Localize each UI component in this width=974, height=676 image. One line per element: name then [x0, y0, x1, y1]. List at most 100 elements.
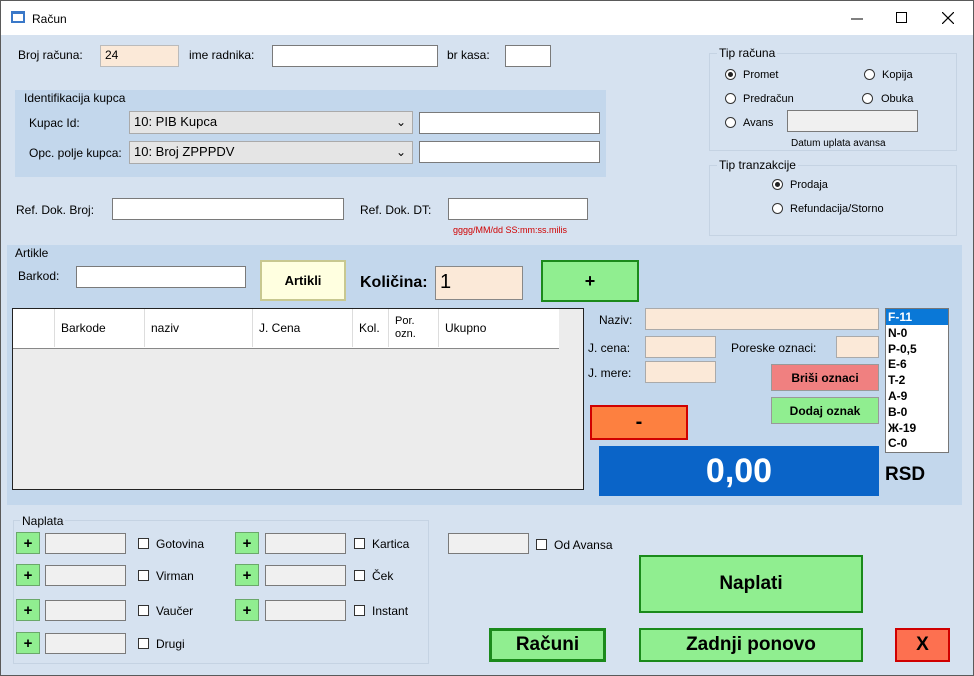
radio-obuka[interactable]: [862, 93, 873, 104]
vaucer-field[interactable]: [45, 600, 126, 621]
artikle-group-label: Artikle: [15, 246, 49, 260]
instant-field[interactable]: [265, 600, 346, 621]
tax-item[interactable]: B-0: [886, 404, 948, 420]
kolicina-field[interactable]: 1: [435, 266, 523, 300]
kartica-checkbox[interactable]: [354, 538, 365, 549]
tax-item[interactable]: Ж-19: [886, 420, 948, 436]
chevron-down-icon: ⌄: [395, 145, 406, 159]
radio-predracun-label: Predračun: [743, 93, 794, 105]
broj-racuna-label: Broj računa:: [18, 48, 83, 62]
drugi-field[interactable]: [45, 633, 126, 654]
ref-dok-dt-field[interactable]: [448, 198, 588, 220]
ime-radnika-label: ime radnika:: [189, 48, 255, 62]
add-kartica-button[interactable]: +: [235, 532, 259, 554]
barkod-field[interactable]: [76, 266, 246, 288]
items-table[interactable]: Barkode naziv J. Cena Kol. Por. ozn. Uku…: [12, 308, 584, 490]
od-avansa-checkbox[interactable]: [536, 539, 547, 550]
column-header-jcena[interactable]: J. Cena: [253, 309, 353, 347]
kupac-id-select[interactable]: 10: PIB Kupca ⌄: [129, 111, 413, 134]
cek-checkbox[interactable]: [354, 570, 365, 581]
barkod-label: Barkod:: [18, 269, 60, 283]
radio-kopija[interactable]: [864, 69, 875, 80]
radio-promet[interactable]: [725, 69, 736, 80]
cek-field[interactable]: [265, 565, 346, 586]
drugi-checkbox[interactable]: [138, 638, 149, 649]
tax-item[interactable]: N-0: [886, 325, 948, 341]
od-avansa-label: Od Avansa: [554, 538, 613, 552]
artikli-button[interactable]: Artikli: [260, 260, 346, 301]
add-cek-button[interactable]: +: [235, 564, 259, 586]
poreske-oznaci-label: Poreske oznaci:: [731, 341, 817, 355]
tax-item[interactable]: E-6: [886, 356, 948, 372]
vaucer-checkbox[interactable]: [138, 605, 149, 616]
brisi-oznaci-button[interactable]: Briši oznaci: [771, 364, 879, 391]
radio-prodaja-label: Prodaja: [790, 179, 828, 191]
tip-racuna-label: Tip računa: [717, 46, 778, 60]
gotovina-checkbox[interactable]: [138, 538, 149, 549]
virman-field[interactable]: [45, 565, 126, 586]
jmere-label: J. mere:: [588, 366, 632, 380]
ref-dok-dt-hint: gggg/MM/dd SS:mm:ss.milis: [453, 225, 568, 235]
kartica-field[interactable]: [265, 533, 346, 554]
naziv-field[interactable]: [645, 308, 879, 330]
column-header-ukupno[interactable]: Ukupno: [439, 309, 559, 347]
dodaj-oznak-button[interactable]: Dodaj oznak: [771, 397, 879, 424]
od-avansa-field[interactable]: [448, 533, 529, 554]
tax-item[interactable]: P-0,5: [886, 341, 948, 357]
br-kasa-field[interactable]: [505, 45, 551, 67]
broj-racuna-field[interactable]: 24: [100, 45, 179, 67]
tip-tranzakcije-group: [709, 165, 957, 236]
tax-item[interactable]: T-2: [886, 372, 948, 388]
kupac-group-label: Identifikacija kupca: [24, 91, 126, 105]
items-table-header: Barkode naziv J. Cena Kol. Por. ozn. Uku…: [13, 309, 559, 349]
poreske-oznaci-field[interactable]: [836, 336, 879, 358]
column-header-select: [13, 309, 55, 347]
zadnji-ponovo-button[interactable]: Zadnji ponovo: [639, 628, 863, 662]
gotovina-label: Gotovina: [156, 537, 205, 551]
add-vaucer-button[interactable]: +: [16, 599, 40, 621]
column-header-barkode[interactable]: Barkode: [55, 309, 145, 347]
add-instant-button[interactable]: +: [235, 599, 259, 621]
column-header-por-ozn[interactable]: Por. ozn.: [389, 309, 439, 347]
opc-polje-field[interactable]: [419, 141, 600, 163]
jcena-field[interactable]: [645, 336, 716, 358]
avans-datum-field[interactable]: [787, 110, 918, 132]
radio-predracun[interactable]: [725, 93, 736, 104]
maximize-icon[interactable]: [896, 12, 908, 24]
naplati-button[interactable]: Naplati: [639, 555, 863, 613]
add-gotovina-button[interactable]: +: [16, 532, 40, 554]
add-virman-button[interactable]: +: [16, 564, 40, 586]
tax-list[interactable]: F-11 N-0 P-0,5 E-6 T-2 A-9 B-0 Ж-19 C-0: [885, 308, 949, 453]
close-form-button[interactable]: X: [895, 628, 950, 662]
gotovina-field[interactable]: [45, 533, 126, 554]
remove-item-button[interactable]: -: [590, 405, 688, 440]
racuni-button[interactable]: Računi: [489, 628, 606, 662]
radio-refundacija[interactable]: [772, 203, 783, 214]
column-header-naziv[interactable]: naziv: [145, 309, 253, 347]
add-item-button[interactable]: +: [541, 260, 639, 302]
tax-item[interactable]: C-0: [886, 435, 948, 451]
radio-avans[interactable]: [725, 117, 736, 128]
close-icon[interactable]: [941, 11, 955, 25]
kolicina-label: Količina:: [360, 274, 428, 291]
virman-checkbox[interactable]: [138, 570, 149, 581]
kupac-id-field[interactable]: [419, 112, 600, 134]
instant-checkbox[interactable]: [354, 605, 365, 616]
add-drugi-button[interactable]: +: [16, 632, 40, 654]
ref-dok-broj-field[interactable]: [112, 198, 344, 220]
avans-datum-hint: Datum uplata avansa: [791, 138, 886, 149]
app-icon: [11, 11, 25, 23]
column-header-kol[interactable]: Kol.: [353, 309, 389, 347]
tax-item[interactable]: A-9: [886, 388, 948, 404]
radio-avans-label: Avans: [743, 117, 774, 129]
jmere-field[interactable]: [645, 361, 716, 383]
ref-dok-dt-label: Ref. Dok. DT:: [360, 203, 432, 217]
opc-polje-select[interactable]: 10: Broj ZPPPDV ⌄: [129, 141, 413, 164]
opc-polje-select-value: 10: Broj ZPPPDV: [134, 144, 235, 159]
kupac-id-select-value: 10: PIB Kupca: [134, 114, 218, 129]
ime-radnika-field[interactable]: [272, 45, 438, 67]
minimize-icon[interactable]: [850, 11, 864, 25]
currency-label: RSD: [885, 464, 926, 485]
radio-prodaja[interactable]: [772, 179, 783, 190]
tax-item[interactable]: F-11: [886, 309, 948, 325]
